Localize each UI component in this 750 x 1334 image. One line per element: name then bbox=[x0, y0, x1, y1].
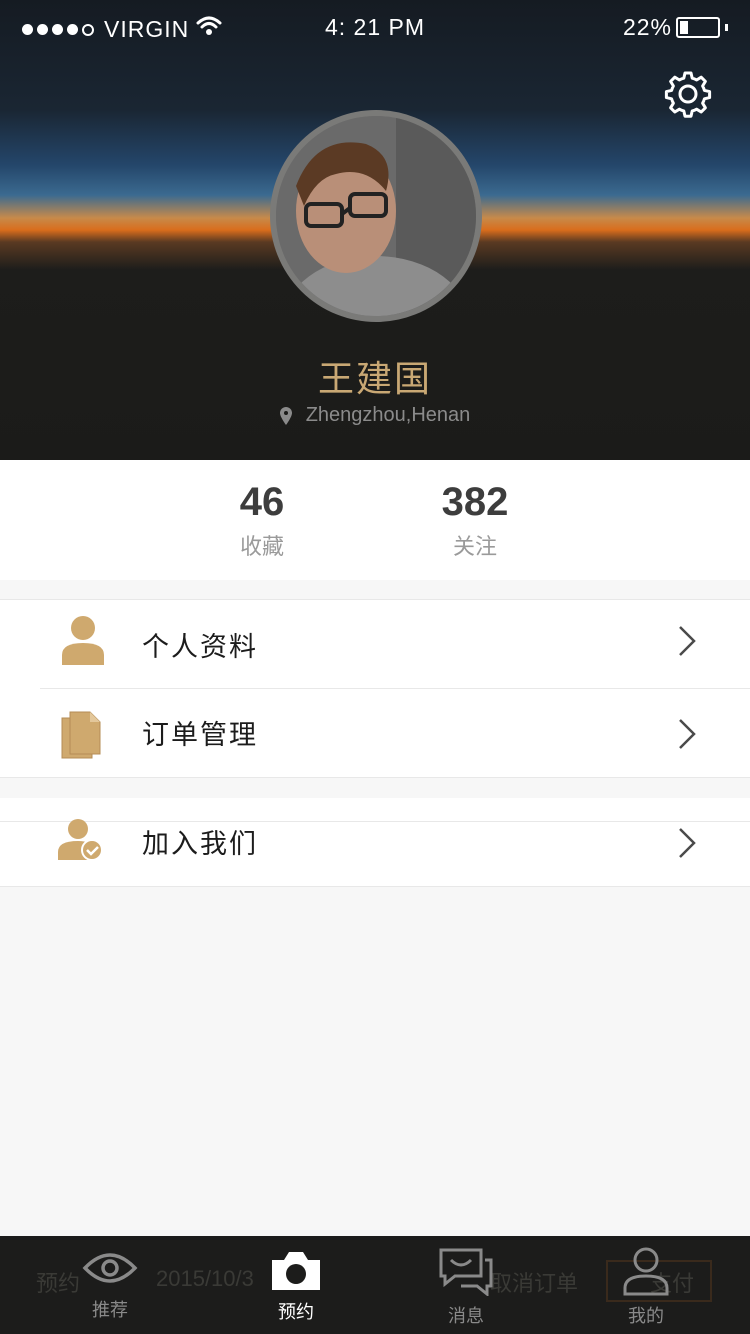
status-bar: VIRGIN 4: 21 PM 22% bbox=[0, 0, 750, 56]
stat-favorites-count: 46 bbox=[239, 480, 285, 524]
stat-following[interactable]: 382 关注 bbox=[365, 480, 585, 561]
chevron-right-icon bbox=[679, 719, 696, 749]
battery-percent: 22% bbox=[622, 14, 672, 40]
tab-recommend[interactable]: 推荐 bbox=[50, 1246, 170, 1322]
chat-icon bbox=[439, 1248, 493, 1298]
location-text: Zhengzhou,Henan bbox=[305, 404, 471, 426]
tab-label: 推荐 bbox=[92, 1300, 128, 1321]
camera-icon bbox=[272, 1252, 320, 1290]
person-check-icon bbox=[58, 819, 103, 861]
battery-icon bbox=[676, 17, 720, 38]
eye-icon bbox=[82, 1253, 138, 1283]
menu-item-profile[interactable]: 个人资料 bbox=[0, 599, 750, 687]
menu-item-label: 加入我们 bbox=[142, 829, 258, 860]
menu-item-join-us[interactable]: 加入我们 bbox=[0, 798, 750, 886]
user-icon bbox=[623, 1247, 669, 1296]
avatar-photo bbox=[276, 116, 476, 316]
settings-gear-icon[interactable] bbox=[664, 70, 712, 118]
divider bbox=[0, 777, 750, 778]
menu-group-account: 个人资料 订单管理 bbox=[0, 599, 750, 778]
stat-following-label: 关注 bbox=[452, 535, 497, 560]
tab-messages[interactable]: 消息 bbox=[406, 1246, 526, 1328]
menu-item-label: 个人资料 bbox=[142, 632, 258, 663]
user-name: 王建国 bbox=[317, 359, 432, 400]
stat-following-count: 382 bbox=[441, 480, 509, 524]
menu-item-orders[interactable]: 订单管理 bbox=[0, 689, 750, 777]
chevron-right-icon bbox=[679, 828, 696, 858]
location-pin-icon bbox=[279, 406, 292, 425]
menu-item-label: 订单管理 bbox=[142, 720, 258, 751]
battery-indicator: 22% bbox=[623, 14, 728, 41]
document-icon bbox=[61, 711, 101, 759]
tab-label: 消息 bbox=[448, 1306, 484, 1327]
tab-label: 预约 bbox=[278, 1302, 314, 1323]
stats-panel: 46 收藏 382 关注 bbox=[0, 460, 750, 580]
person-icon bbox=[62, 616, 104, 665]
menu-group-join: 加入我们 bbox=[0, 798, 750, 887]
tab-booking[interactable]: 预约 bbox=[236, 1246, 356, 1324]
tab-mine[interactable]: 我的 bbox=[586, 1246, 706, 1328]
avatar[interactable] bbox=[270, 110, 482, 322]
stat-favorites-label: 收藏 bbox=[239, 535, 284, 560]
stat-favorites[interactable]: 46 收藏 bbox=[152, 480, 372, 561]
chevron-right-icon bbox=[679, 626, 696, 656]
divider bbox=[0, 886, 750, 887]
profile-header: VIRGIN 4: 21 PM 22% 王建国 Zhengzhou,Henan bbox=[0, 0, 750, 460]
tab-label: 我的 bbox=[628, 1306, 664, 1327]
user-location: Zhengzhou,Henan bbox=[0, 404, 750, 427]
